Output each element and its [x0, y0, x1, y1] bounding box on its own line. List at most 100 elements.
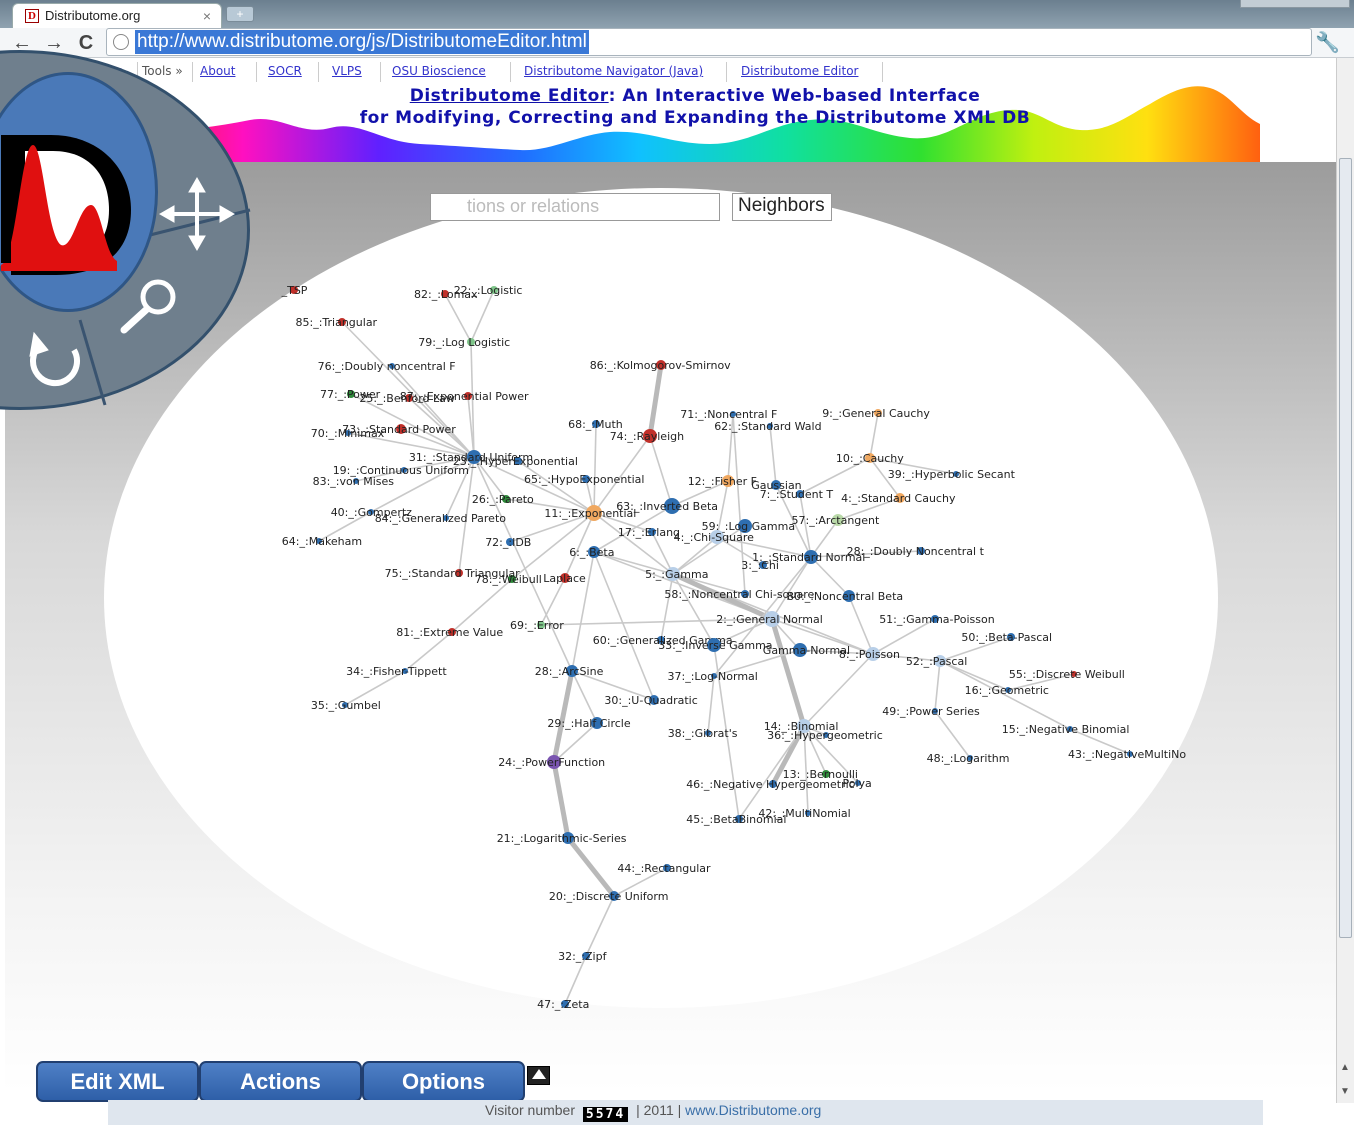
graph-node-label: 23:_:HyperExponential	[453, 455, 578, 468]
graph-node-discweibull[interactable]: 55:_:Discrete Weibull	[1009, 668, 1125, 681]
graph-node-extremevalue[interactable]: 81:_:Extreme Value	[396, 626, 503, 639]
graph-node-label: 12:_:Fisher F	[688, 475, 757, 488]
graph-node-vonmises[interactable]: 83:_:von Mises	[313, 475, 395, 488]
graph-node-negbinomial[interactable]: 15:_:Negative Binomial	[1002, 723, 1130, 736]
graph-node-uquadratic[interactable]: 30:_:U-Quadratic	[604, 694, 697, 707]
graph-node-label: 69:_:Error	[510, 619, 564, 632]
graph-node-neghyper[interactable]: 46:_:Negative Hypergeometric	[686, 778, 855, 791]
graph-node-stdpower[interactable]: 73:_:Standard Power	[342, 423, 456, 436]
graph-node-gibrat[interactable]: 38:_:Gibrat's	[668, 727, 738, 740]
graph-node-betapascal[interactable]: 50:_:Beta-Pascal	[961, 631, 1052, 644]
graph-node-invgamma[interactable]: 33:_:Inverse Gamma	[658, 638, 773, 652]
actions-button[interactable]: Actions	[199, 1061, 362, 1102]
collapse-toggle-button[interactable]	[527, 1066, 550, 1085]
graph-node-pareto[interactable]: 26:_:Pareto	[472, 493, 534, 506]
move-arrows-icon[interactable]	[158, 176, 236, 252]
graph-node-arctangent[interactable]: 57:_:Arctangent	[792, 514, 881, 527]
graph-node-exppower[interactable]: 87:_:Exponential Power	[400, 390, 529, 403]
graph-node-zeta[interactable]: 47:_:Zeta	[537, 998, 589, 1011]
graph-node-gamma[interactable]: 5:_:Gamma	[645, 567, 708, 581]
graph-node-label: 38:_:Gibrat's	[668, 727, 738, 740]
scrollbar-thumb[interactable]	[1339, 158, 1352, 938]
graph-node-loglogistic[interactable]: 79:_:Log Logistic	[418, 336, 510, 349]
graph-node-label: 81:_:Extreme Value	[396, 626, 503, 639]
graph-node-triangular[interactable]: 85:_:Triangular	[296, 316, 378, 329]
graph-node-negmultinom[interactable]: 43:_:NegativeMultiNo	[1068, 748, 1186, 761]
graph-node-label: 87:_:Exponential Power	[400, 390, 529, 403]
graph-node-label: Laplace	[543, 572, 586, 585]
graph-node-zipf[interactable]: 32:_:Zipf	[558, 950, 607, 963]
graph-node-studentT[interactable]: 7:_:Student T	[760, 488, 834, 501]
graph-node-polya[interactable]: Polya	[843, 777, 872, 790]
graph-node-logarithm[interactable]: 48:_:Logarithm	[927, 752, 1010, 765]
graph-node-logseries[interactable]: 21:_:Logarithmic-Series	[497, 832, 627, 845]
graph-node-powerfunction[interactable]: 24:_:PowerFunction	[498, 755, 605, 769]
rotate-icon[interactable]	[29, 331, 80, 387]
graph-node-logistic[interactable]: 22:_:Logistic	[454, 284, 523, 297]
graph-node-idb[interactable]: 72:_:IDB	[485, 536, 531, 549]
graph-node-stdwald[interactable]: 62:_:Standard Wald	[714, 420, 821, 433]
graph-node-rectangular[interactable]: 44:_:Rectangular	[617, 862, 711, 875]
graph-node-cauchy[interactable]: 10:_:Cauchy	[836, 452, 904, 465]
edit-xml-button[interactable]: Edit XML	[36, 1061, 199, 1102]
graph-node-label: 50:_:Beta-Pascal	[961, 631, 1052, 644]
graph-node-makeham[interactable]: 64:_:Makeham	[282, 535, 362, 548]
graph-node-label: 5:_:Gamma	[645, 568, 708, 581]
graph-node-stdtriangular[interactable]: 75:_:Standard Triangular	[385, 567, 521, 580]
graph-node-gumbel[interactable]: 35:_:Gumbel	[311, 699, 381, 712]
graph-node-label: 4:_:Chi-Square	[674, 531, 755, 544]
graph-node-label: 57:_:Arctangent	[792, 514, 881, 527]
graph-node-stdcauchy[interactable]: 4:_:Standard Cauchy	[841, 492, 956, 505]
graph-node-betabinomial[interactable]: 45:_:BetaBinomial	[686, 813, 786, 826]
graph-node-halfcircle[interactable]: 29:_:Half Circle	[547, 717, 631, 730]
graph-node-geometric[interactable]: 16:_:Geometric	[965, 684, 1049, 697]
graph-node-fisherF[interactable]: 12:_:Fisher F	[688, 475, 757, 488]
graph-node-tsp[interactable]: _TSP	[281, 284, 308, 297]
graph-node-label: Gamma-Normal	[763, 644, 850, 657]
graph-node-poisson[interactable]: 8:_:Poisson	[839, 647, 900, 661]
graph-edge	[660, 573, 674, 641]
graph-node-genormal[interactable]: 2:_:General Normal	[716, 611, 823, 627]
graph-node-kolmo[interactable]: 86:_:Kolmogorov-Smirnov	[590, 359, 731, 372]
graph-node-arcsine[interactable]: 28:_:ArcSine	[535, 665, 604, 678]
graph-node-laplace[interactable]: Laplace	[543, 572, 586, 585]
graph-node-doublyF[interactable]: 76:_:Doubly noncentral F	[318, 360, 456, 373]
graph-node-label: 65:_:HypoExponential	[524, 473, 644, 486]
graph-node-label: 84:_:Generalized Pareto	[375, 512, 507, 525]
options-button[interactable]: Options	[362, 1061, 525, 1102]
graph-node-noncbeta[interactable]: 80:_:Noncentral Beta	[787, 590, 903, 603]
graph-node-label: 10:_:Cauchy	[836, 452, 904, 465]
page-scrollbar[interactable]: ▲ ▼	[1336, 58, 1354, 1103]
graph-edge	[444, 293, 472, 343]
graph-node-label: 44:_:Rectangular	[617, 862, 711, 875]
graph-node-fishertippett[interactable]: 34:_:Fisher-Tippett	[346, 665, 447, 678]
graph-node-hypsecant[interactable]: 39:_:Hyperbolic Secant	[888, 468, 1016, 481]
graph-node-hypoexp[interactable]: 65:_:HypoExponential	[524, 473, 644, 486]
graph-node-noncentralt[interactable]: 28:_:Doubly Noncentral t	[847, 545, 985, 558]
triangle-up-icon	[532, 1069, 546, 1079]
graph-node-chisq[interactable]: 4:_:Chi-Square	[674, 530, 755, 544]
graph-node-label: 39:_:Hyperbolic Secant	[888, 468, 1016, 481]
distributome-logo-icon	[1, 135, 131, 275]
graph-node-beta[interactable]: 6:_:Beta	[569, 546, 614, 559]
graph-node-label: 83:_:von Mises	[313, 475, 395, 488]
graph-node-erlang[interactable]: 17:_:Erlang	[618, 526, 680, 539]
graph-node-lognormal[interactable]: 37:_:Log-Normal	[668, 670, 758, 683]
graph-node-gammapoisson[interactable]: 51:_:Gamma-Poisson	[879, 613, 995, 626]
graph-node-invbeta[interactable]: 63:_:Inverted Beta	[616, 498, 718, 514]
graph-node-hypergeometric[interactable]: 36:_:Hypergeometric	[767, 729, 883, 742]
graph-node-rayleigh[interactable]: 74:_:Rayleigh	[610, 429, 684, 443]
graph-node-powerseries[interactable]: 49:_:Power Series	[882, 705, 980, 718]
graph-node-gencauchy[interactable]: 9:_:General Cauchy	[822, 407, 930, 420]
scroll-up-arrow-icon[interactable]: ▲	[1340, 1062, 1350, 1073]
footer-site-link[interactable]: www.Distributome.org	[685, 1102, 821, 1118]
distributome-logo	[0, 72, 158, 312]
graph-node-error[interactable]: 69:_:Error	[510, 619, 564, 632]
graph-node-genpareto[interactable]: 84:_:Generalized Pareto	[375, 512, 507, 525]
graph-node-discuniform[interactable]: 20:_:Discrete Uniform	[549, 890, 669, 903]
graph-node-pascal[interactable]: 52:_:Pascal	[906, 655, 967, 668]
graph-node-hyperexp[interactable]: 23:_:HyperExponential	[453, 455, 578, 468]
graph-node-label: 22:_:Logistic	[454, 284, 523, 297]
graph-node-gammanormal[interactable]: Gamma-Normal	[763, 643, 850, 657]
scroll-down-arrow-icon[interactable]: ▼	[1340, 1086, 1350, 1097]
